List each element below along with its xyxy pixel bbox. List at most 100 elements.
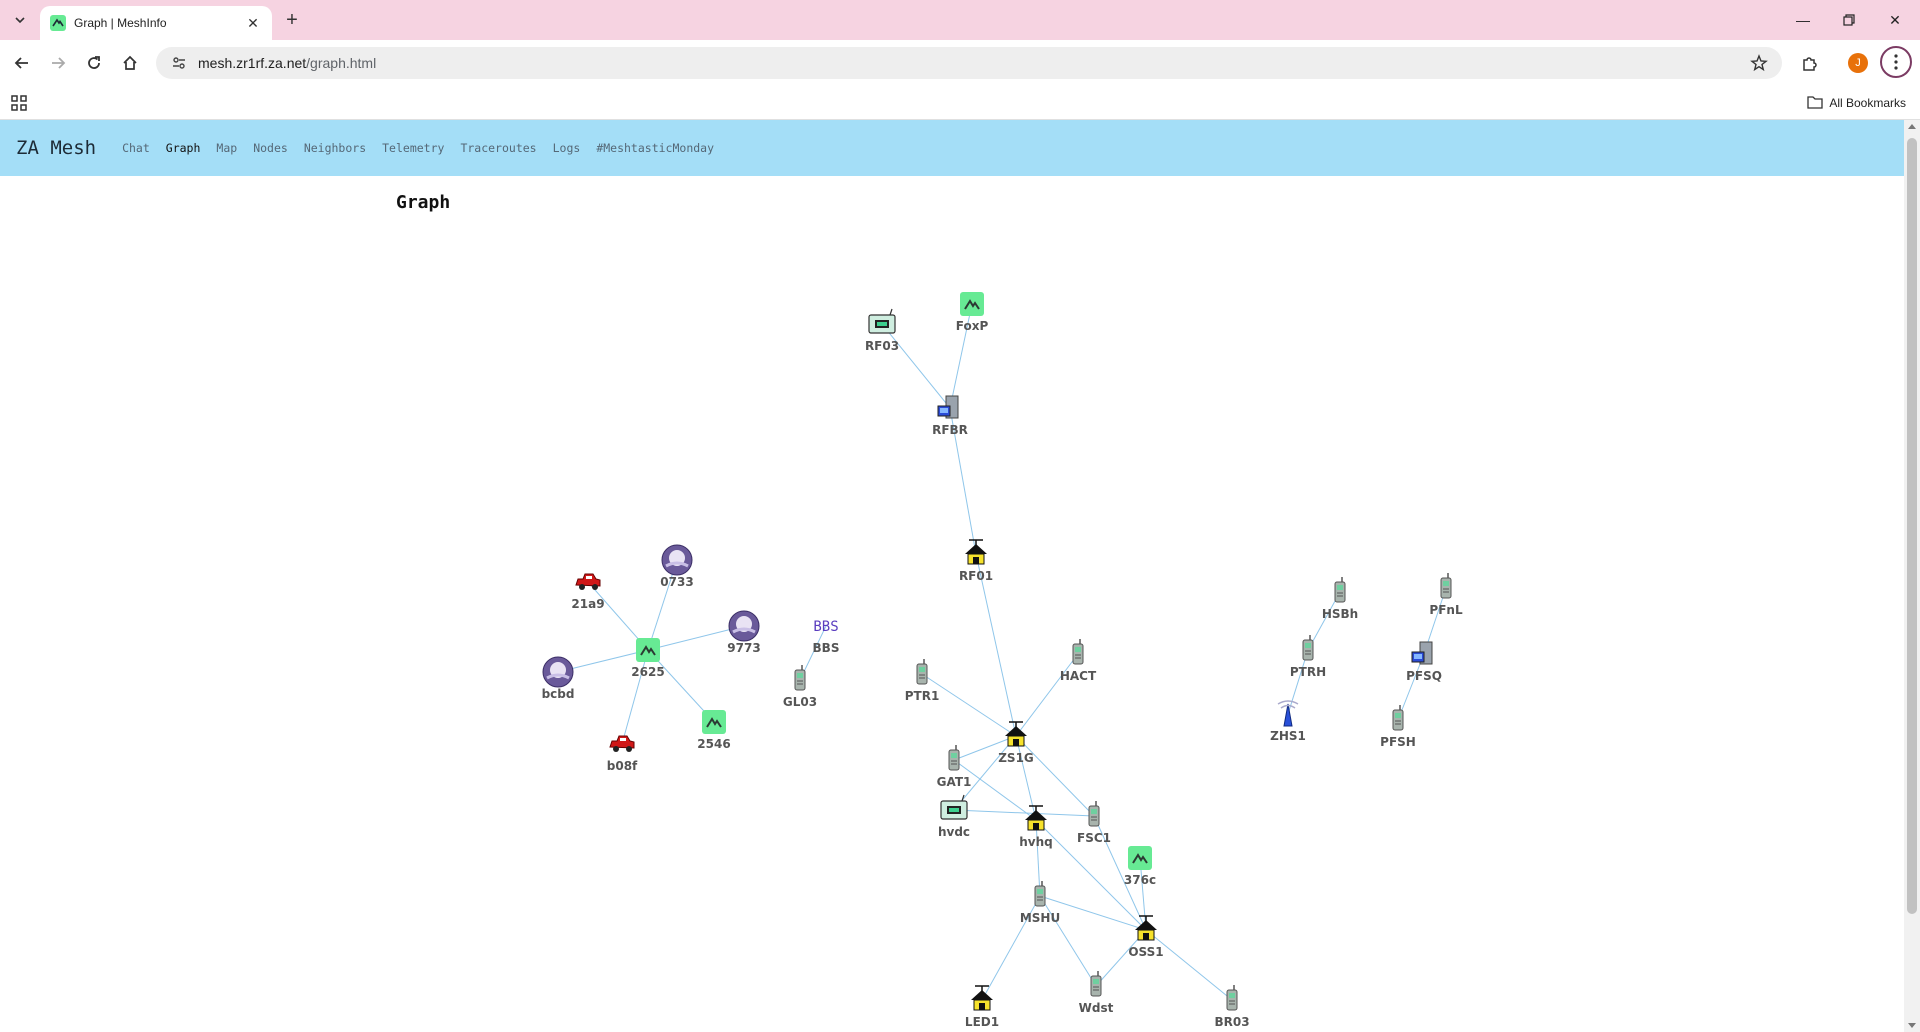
graph-node-label: GAT1 [937,775,972,789]
handheld-icon [948,745,960,771]
graph-node-label: PTR1 [905,689,940,703]
network-graph[interactable]: RF03 FoxP RFBR RF01 0733 21a9 9773 2625 bcbd 2546… [0,120,1904,1032]
graph-node-ptr1[interactable]: PTR1 [905,659,940,703]
graph-node-pfsh[interactable]: PFSH [1380,705,1416,749]
graph-node-bbs[interactable]: BBS BBS [813,619,840,655]
graph-node-2546[interactable]: 2546 [697,710,731,751]
graph-node-mshu[interactable]: MSHU [1020,881,1060,925]
graph-node-label: 0733 [660,575,693,589]
home-button[interactable] [116,49,144,77]
graph-node-label: MSHU [1020,911,1060,925]
house-antenna-icon [965,539,987,565]
all-bookmarks-button[interactable]: All Bookmarks [1807,92,1906,114]
apps-grid-icon[interactable] [10,94,28,112]
graph-node-bcbd[interactable]: bcbd [542,656,575,701]
graph-node-rf01[interactable]: RF01 [959,539,993,583]
close-window-button[interactable]: ✕ [1872,0,1918,40]
meshtastic-icon [960,292,984,316]
graph-node-gat1[interactable]: GAT1 [937,745,972,789]
handheld-icon [1302,635,1314,661]
graph-node-hvdc[interactable]: hvdc [938,794,970,839]
handheld-icon [1392,705,1404,731]
graph-edge [1039,895,1097,987]
graph-node-pfsq[interactable]: PFSQ [1406,641,1442,683]
graph-node-label: GL03 [783,695,817,709]
reload-button[interactable] [80,49,108,77]
graph-node-label: 21a9 [571,597,604,611]
graph-node-rfbr[interactable]: RFBR [932,395,968,437]
graph-node-label: PFSQ [1406,669,1442,683]
graph-node-9773[interactable]: 9773 [727,610,761,655]
restore-button[interactable] [1826,0,1872,40]
graph-node-ptrh[interactable]: PTRH [1290,635,1326,679]
graph-node-21a9[interactable]: 21a9 [571,573,605,611]
browser-menu-kebab-icon[interactable] [1880,46,1912,78]
all-bookmarks-label: All Bookmarks [1829,96,1906,110]
graph-node-label: BR03 [1214,1015,1249,1029]
url-path: /graph.html [306,55,377,71]
graph-node-fsc1[interactable]: FSC1 [1077,801,1111,845]
house-antenna-icon [1025,805,1047,831]
graph-node-label: 9773 [727,641,760,655]
graph-node-label: hvdc [938,825,970,839]
tab-search-chevron-icon[interactable] [8,8,32,32]
avatar-icon [661,544,693,576]
graph-node-0733[interactable]: 0733 [660,544,694,589]
page-scrollbar[interactable] [1904,120,1920,1032]
graph-node-2625[interactable]: 2625 [631,638,665,679]
minimize-button[interactable]: — [1780,0,1826,40]
graph-node-376c[interactable]: 376c [1124,846,1156,887]
graph-edge [1015,653,1079,737]
url-text: mesh.zr1rf.za.net/graph.html [198,55,376,71]
graph-node-label: HSBh [1322,607,1358,621]
graph-node-b08f[interactable]: b08f [607,735,638,773]
graph-node-label: HACT [1060,669,1097,683]
graph-node-label: Wdst [1079,1001,1114,1015]
graph-node-br03[interactable]: BR03 [1214,985,1250,1029]
tab-close-icon[interactable]: ✕ [244,14,262,32]
graph-node-label: RF01 [959,569,993,583]
browser-tab-active[interactable]: Graph | MeshInfo ✕ [40,6,272,40]
graph-node-rf03[interactable]: RF03 [865,308,899,353]
scrollbar-thumb[interactable] [1907,138,1917,914]
meshtastic-icon [636,638,660,662]
graph-node-zhs1[interactable]: ZHS1 [1270,700,1306,743]
browser-tab-bar: Graph | MeshInfo ✕ + — ✕ [0,0,1920,40]
profile-avatar[interactable]: J [1848,53,1868,73]
scroll-down-arrow-icon[interactable] [1908,1023,1916,1028]
meshtastic-icon [702,710,726,734]
scroll-up-arrow-icon[interactable] [1908,124,1916,129]
graph-node-label: b08f [607,759,638,773]
graph-node-oss1[interactable]: OSS1 [1128,915,1164,959]
browser-toolbar: mesh.zr1rf.za.net/graph.html [0,40,1920,86]
server-icon [1411,641,1433,665]
graph-node-hact[interactable]: HACT [1060,639,1097,683]
graph-node-gl03[interactable]: GL03 [783,665,817,709]
bookmark-star-icon[interactable] [1750,54,1768,72]
graph-node-label: ZS1G [998,751,1034,765]
handheld-icon [916,659,928,685]
graph-node-label: FSC1 [1077,831,1111,845]
address-bar[interactable]: mesh.zr1rf.za.net/graph.html [156,47,1782,79]
graph-node-foxp[interactable]: FoxP [956,292,989,333]
graph-node-zs1g[interactable]: ZS1G [998,721,1034,765]
graph-node-wdst[interactable]: Wdst [1079,971,1114,1015]
graph-node-led1[interactable]: LED1 [965,985,999,1029]
graph-node-hvhq[interactable]: hvhq [1019,805,1053,849]
meshinfo-favicon-icon [50,15,66,31]
graph-node-pfnl[interactable]: PFnL [1429,573,1463,617]
graph-node-label: hvhq [1019,835,1053,849]
router-icon [868,308,896,334]
handheld-icon [794,665,806,691]
forward-button[interactable] [44,49,72,77]
tab-title: Graph | MeshInfo [74,16,167,30]
extensions-puzzle-icon[interactable] [1796,49,1824,77]
handheld-icon [1088,801,1100,827]
new-tab-button[interactable]: + [280,8,304,32]
site-info-icon[interactable] [170,54,188,72]
back-button[interactable] [8,49,36,77]
graph-node-hsbh[interactable]: HSBh [1322,577,1358,621]
graph-node-label: 2546 [697,737,730,751]
handheld-icon [1034,881,1046,907]
server-icon [937,395,959,419]
